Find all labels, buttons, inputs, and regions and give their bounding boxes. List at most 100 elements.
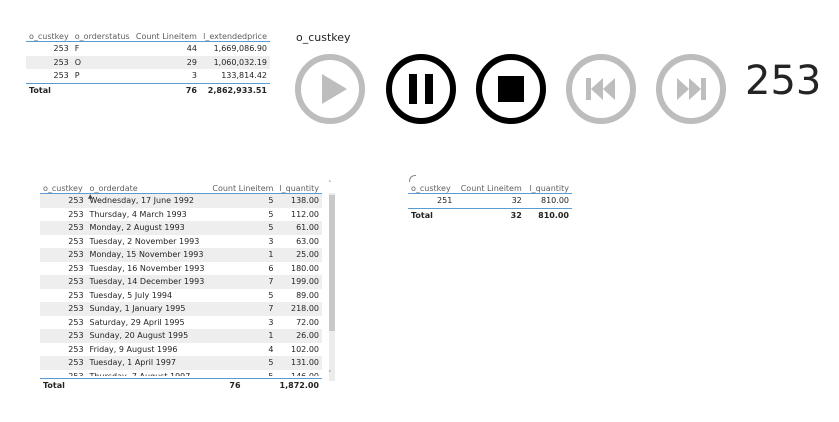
cell-orderdate: Saturday, 29 April 1995 bbox=[89, 317, 185, 327]
table-row: 253 O 29 1,060,032.19 bbox=[26, 55, 270, 69]
col-header-custkey[interactable]: o_custkey bbox=[26, 24, 72, 42]
previous-icon bbox=[566, 54, 636, 124]
cell-custkey: 253 bbox=[40, 302, 87, 316]
table-row: 253 Monday, 2 August 1993 5 61.00 bbox=[40, 221, 322, 235]
cell-count: 1 bbox=[209, 248, 277, 262]
cell-quantity: 218.00 bbox=[276, 302, 322, 316]
next-button[interactable] bbox=[655, 53, 727, 125]
total-count: 32 bbox=[455, 207, 525, 222]
cell-quantity: 26.00 bbox=[276, 329, 322, 343]
cell-price: 1,669,086.90 bbox=[213, 44, 267, 54]
cell-orderstatus: F bbox=[74, 44, 80, 54]
cell-count: 5 bbox=[268, 209, 274, 219]
cell-quantity: 102.00 bbox=[291, 344, 319, 354]
cell-custkey: 253 bbox=[53, 44, 69, 54]
table-row: 253 Thursday, 4 March 1993 5 112.00 bbox=[40, 208, 322, 222]
pause-button[interactable] bbox=[385, 53, 457, 125]
cell-orderdate: Monday, 15 November 1993 bbox=[86, 248, 210, 262]
table-row: 253 Sunday, 20 August 1995 1 26.00 bbox=[40, 329, 322, 343]
col-header-count-lineitem[interactable]: Count Lineitem bbox=[209, 176, 277, 194]
total-count: 76 bbox=[214, 378, 244, 393]
table-row: 253 Tuesday, 2 November 1993 3 63.00 bbox=[40, 235, 322, 249]
cell-quantity: 199.00 bbox=[276, 275, 322, 289]
stop-button[interactable] bbox=[475, 53, 547, 125]
col-header-count-lineitem[interactable]: Count Lineitem bbox=[455, 176, 525, 194]
col-header-count-lineitem[interactable]: Count Lineitem bbox=[132, 24, 200, 42]
table-row: 253 Tuesday, 14 December 1993 7 199.00 bbox=[40, 275, 322, 289]
col-header-custkey[interactable]: o_custkey bbox=[408, 176, 456, 194]
cell-custkey: 253 bbox=[40, 356, 87, 370]
cell-count: 5 bbox=[209, 356, 277, 370]
cell-orderdate: Sunday, 1 January 1995 bbox=[86, 302, 210, 316]
total-label: Total bbox=[40, 378, 88, 393]
play-button[interactable] bbox=[294, 53, 366, 125]
col-header-orderdate[interactable]: o_orderdate bbox=[86, 176, 210, 194]
pause-icon bbox=[386, 54, 456, 124]
cell-orderdate: Tuesday, 14 December 1993 bbox=[86, 275, 210, 289]
cell-custkey: 253 bbox=[53, 71, 69, 81]
play-icon bbox=[295, 54, 365, 124]
orderdate-table: o_custkey o_orderdate Count Lineitem l_q… bbox=[40, 176, 340, 393]
table-row: 253 Tuesday, 16 November 1993 6 180.00 bbox=[40, 262, 322, 276]
cell-count: 7 bbox=[209, 275, 277, 289]
cell-count: 29 bbox=[132, 55, 200, 69]
cell-custkey: 253 bbox=[68, 344, 84, 354]
cell-custkey: 253 bbox=[68, 263, 84, 273]
col-header-custkey[interactable]: o_custkey bbox=[40, 176, 87, 194]
previous-button[interactable] bbox=[565, 53, 637, 125]
cell-count: 44 bbox=[186, 44, 197, 54]
cell-orderdate: Monday, 2 August 1993 bbox=[86, 221, 210, 235]
cell-custkey: 253 bbox=[40, 221, 87, 235]
cell-count: 7 bbox=[209, 302, 277, 316]
col-header-quantity[interactable]: l_quantity bbox=[276, 176, 322, 194]
table-body: 253 Wednesday, 17 June 1992 5 138.00 253 Thur… bbox=[40, 193, 322, 376]
table-row: 253 P 3 133,814.42 bbox=[26, 69, 270, 83]
scroll-up-icon[interactable]: ˄ bbox=[328, 180, 332, 188]
quantity-summary-table: o_custkey Count Lineitem l_quantity 251 … bbox=[408, 176, 572, 222]
cell-quantity: 138.00 bbox=[276, 193, 322, 208]
cell-quantity: 72.00 bbox=[296, 317, 319, 327]
cell-quantity: 146.00 bbox=[276, 370, 322, 376]
cell-custkey: 253 bbox=[40, 275, 87, 289]
scroll-down-icon[interactable]: ˅ bbox=[328, 370, 332, 378]
cell-count: 5 bbox=[209, 221, 277, 235]
total-label: Total bbox=[26, 82, 72, 97]
cell-custkey: 251 bbox=[437, 196, 453, 206]
cell-custkey: 253 bbox=[40, 248, 87, 262]
next-icon bbox=[656, 54, 726, 124]
cell-quantity: 61.00 bbox=[276, 221, 322, 235]
cell-quantity: 89.00 bbox=[296, 290, 319, 300]
cell-orderdate: Sunday, 20 August 1995 bbox=[86, 329, 210, 343]
table-body-scroll[interactable]: o_custkey o_orderdate Count Lineitem l_q… bbox=[40, 176, 322, 376]
sort-ascending-icon[interactable]: ▲ bbox=[88, 193, 93, 200]
table-row: 253 F 44 1,669,086.90 bbox=[26, 42, 270, 56]
total-row: Total 32 810.00 bbox=[408, 207, 572, 222]
cell-orderstatus: O bbox=[71, 55, 133, 69]
cell-count: 3 bbox=[191, 71, 197, 81]
cell-quantity: 131.00 bbox=[276, 356, 322, 370]
cell-custkey: 253 bbox=[68, 236, 84, 246]
total-count: 76 bbox=[132, 82, 200, 97]
col-header-quantity[interactable]: l_quantity bbox=[524, 176, 572, 194]
cell-count: 1 bbox=[209, 329, 277, 343]
current-value-label: 253 bbox=[745, 58, 822, 104]
cell-count: 5 bbox=[268, 290, 274, 300]
cell-quantity: 810.00 bbox=[541, 196, 569, 206]
total-price: 2,862,933.51 bbox=[199, 82, 270, 97]
cell-quantity: 112.00 bbox=[291, 209, 319, 219]
cell-count: 32 bbox=[511, 196, 522, 206]
total-quantity: 1,872.00 bbox=[243, 378, 322, 393]
col-header-orderstatus[interactable]: o_orderstatus bbox=[71, 24, 133, 42]
total-row: Total 76 1,872.00 bbox=[40, 378, 322, 393]
scrollbar-thumb[interactable] bbox=[329, 195, 335, 331]
cell-orderdate: Tuesday, 1 April 1997 bbox=[86, 356, 210, 370]
cell-custkey: 253 bbox=[40, 370, 87, 376]
total-quantity: 810.00 bbox=[524, 207, 572, 222]
cell-orderdate: Tuesday, 5 July 1994 bbox=[89, 290, 173, 300]
col-header-extendedprice[interactable]: l_extendedprice bbox=[199, 24, 270, 42]
cell-orderdate: Wednesday, 17 June 1992 bbox=[86, 193, 210, 208]
cell-orderdate: Friday, 9 August 1996 bbox=[89, 344, 178, 354]
table-row: 253 Wednesday, 17 June 1992 5 138.00 bbox=[40, 193, 322, 208]
cell-price: 1,060,032.19 bbox=[199, 55, 270, 69]
total-empty bbox=[71, 82, 133, 97]
